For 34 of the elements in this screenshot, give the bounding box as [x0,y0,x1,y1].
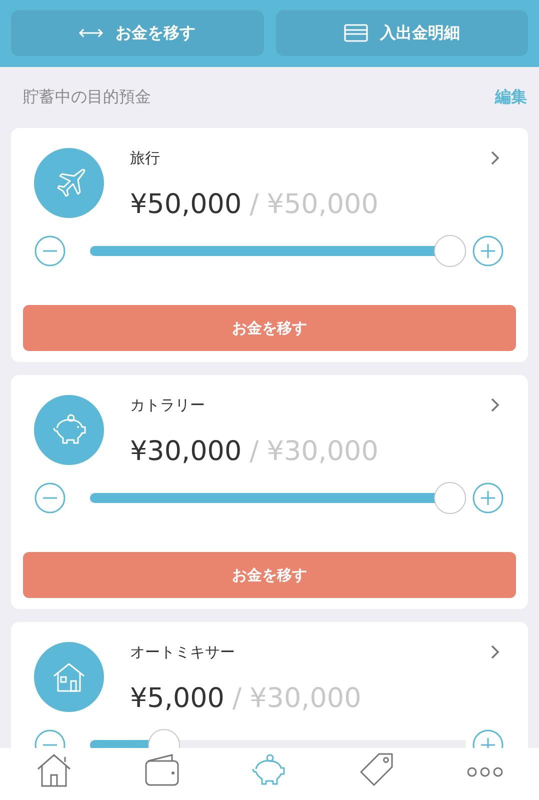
separator: / [250,188,259,222]
edit-link[interactable]: 編集 [495,87,527,108]
tab-bar-item[interactable] [251,752,288,788]
chevron-right-icon[interactable] [490,150,500,166]
saved-amount: ¥50,000 [130,188,242,222]
slider-thumb[interactable] [434,482,466,514]
transfer-button[interactable]: お金を移す [11,10,264,56]
tab-bar-item[interactable] [359,752,396,788]
saved-amount: ¥5,000 [130,682,224,716]
more-icon [467,766,504,778]
minus-icon[interactable] [34,235,66,267]
chevron-right-icon[interactable] [490,397,500,413]
section-title: 貯蓄中の目的預金 [23,87,151,108]
tab-bar-item[interactable] [36,752,72,788]
plus-icon[interactable] [472,482,504,514]
separator: / [250,435,259,469]
transfer-button[interactable]: お金を移す [23,552,516,598]
transfer-button[interactable]: お金を移す [23,305,516,351]
goal-name: 旅行 [130,148,161,168]
piggy-bank-icon [251,752,288,788]
plus-icon[interactable] [472,235,504,267]
saved-amount: ¥30,000 [130,435,242,469]
house-icon [36,752,72,788]
separator: / [232,682,242,716]
wallet-icon [144,752,180,788]
goal-name: カトラリー [130,395,206,415]
goal-name: オートミキサー [130,642,236,662]
card-icon [344,24,368,42]
tab-bar-item[interactable] [144,752,180,788]
chevron-right-icon[interactable] [490,644,500,660]
slider-thumb[interactable] [434,235,466,267]
minus-icon[interactable] [34,482,66,514]
tag-icon [359,752,396,788]
statement-button[interactable]: 入出金明細 [276,10,528,56]
